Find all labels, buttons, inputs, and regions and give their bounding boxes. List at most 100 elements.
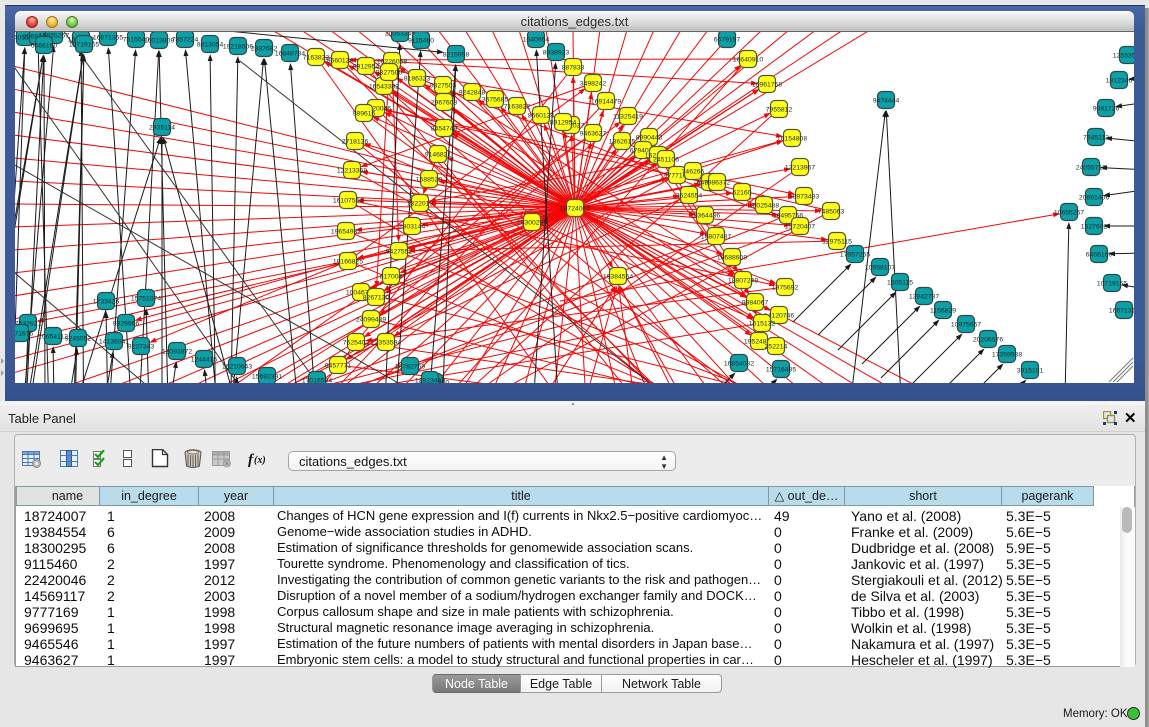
svg-text:8912954: 8912954 — [550, 119, 577, 126]
svg-text:8267130: 8267130 — [363, 294, 390, 301]
svg-text:18724007: 18724007 — [560, 205, 590, 212]
svg-text:12213967: 12213967 — [785, 164, 815, 171]
svg-text:12353594: 12353594 — [371, 339, 401, 346]
svg-text:16914479: 16914479 — [591, 98, 621, 105]
svg-text:8427552: 8427552 — [386, 248, 413, 255]
svg-text:1588520: 1588520 — [416, 176, 443, 183]
svg-text:6679197: 6679197 — [714, 36, 741, 43]
svg-text:12942737: 12942737 — [909, 293, 939, 300]
svg-text:18807249: 18807249 — [728, 277, 758, 284]
svg-text:10719155: 10719155 — [69, 41, 99, 48]
svg-text:16782759: 16782759 — [395, 363, 425, 370]
svg-text:10719155: 10719155 — [1097, 280, 1127, 287]
svg-text:2451106: 2451106 — [653, 156, 679, 163]
svg-text:14136041: 14136041 — [99, 338, 129, 345]
svg-text:887833: 887833 — [562, 64, 585, 71]
svg-text:10688609: 10688609 — [717, 254, 747, 261]
svg-text:7163822: 7163822 — [303, 54, 330, 61]
svg-text:8660124: 8660124 — [327, 57, 354, 64]
svg-text:7955812: 7955812 — [766, 106, 793, 113]
svg-text:7163822: 7163822 — [504, 103, 531, 110]
svg-text:7485063: 7485063 — [818, 208, 845, 215]
svg-text:17957255: 17957255 — [840, 251, 870, 258]
svg-text:(x): (x) — [254, 455, 266, 466]
svg-text:9329966: 9329966 — [113, 320, 140, 327]
svg-text:16671355: 16671355 — [93, 34, 123, 41]
svg-text:1505115: 1505115 — [887, 279, 913, 286]
svg-text:20206576: 20206576 — [973, 336, 1003, 343]
svg-text:7986372: 7986372 — [704, 179, 731, 186]
svg-text:10807487: 10807487 — [701, 233, 731, 240]
svg-text:24099489: 24099489 — [356, 316, 386, 323]
svg-text:7357224: 7357224 — [172, 36, 199, 43]
svg-text:3498242: 3498242 — [580, 80, 607, 87]
svg-text:16543382: 16543382 — [369, 83, 399, 90]
svg-text:9463627: 9463627 — [580, 130, 607, 137]
svg-text:16154808: 16154808 — [777, 135, 807, 142]
svg-text:6466160: 6466160 — [31, 42, 58, 49]
svg-text:10975667: 10975667 — [951, 321, 981, 328]
svg-text:1733426: 1733426 — [93, 298, 120, 305]
svg-text:2718126: 2718126 — [342, 138, 369, 145]
svg-text:12093872: 12093872 — [162, 348, 192, 355]
svg-text:12213369: 12213369 — [337, 167, 367, 174]
svg-text:20364436: 20364436 — [690, 212, 720, 219]
svg-text:8186323: 8186323 — [404, 75, 431, 82]
svg-text:12975115: 12975115 — [822, 238, 852, 245]
svg-text:2967608: 2967608 — [431, 99, 458, 106]
svg-text:1812346: 1812346 — [1106, 77, 1133, 84]
svg-text:9146821: 9146821 — [425, 151, 452, 158]
svg-text:8990443: 8990443 — [636, 134, 663, 141]
svg-text:8813054: 8813054 — [197, 41, 224, 48]
svg-text:24055712: 24055712 — [1076, 164, 1106, 171]
svg-text:16854082: 16854082 — [724, 360, 754, 367]
svg-text:10654112: 10654112 — [38, 333, 68, 340]
svg-text:8454749: 8454749 — [431, 125, 458, 132]
svg-text:8660124: 8660124 — [528, 112, 555, 119]
svg-text:1527602: 1527602 — [1081, 223, 1108, 230]
svg-text:2935114: 2935114 — [149, 124, 175, 131]
svg-text:8938923: 8938923 — [543, 49, 570, 56]
svg-text:252214: 252214 — [765, 343, 788, 350]
svg-text:10973493: 10973493 — [789, 193, 819, 200]
svg-text:7625402: 7625402 — [343, 339, 370, 346]
svg-text:3675685: 3675685 — [482, 96, 509, 103]
svg-text:15692391: 15692391 — [252, 373, 282, 380]
svg-text:12553594: 12553594 — [1113, 52, 1134, 59]
svg-text:15720407: 15720407 — [785, 223, 815, 230]
svg-text:20691406: 20691406 — [1079, 194, 1109, 201]
svg-text:16671355: 16671355 — [1109, 307, 1134, 314]
svg-text:9245052: 9245052 — [65, 335, 92, 342]
svg-text:10655267: 10655267 — [1054, 209, 1084, 216]
svg-text:17359938: 17359938 — [992, 351, 1022, 358]
svg-text:989616: 989616 — [353, 110, 376, 117]
svg-text:1975692: 1975692 — [772, 284, 799, 291]
svg-text:1615132: 1615132 — [749, 320, 776, 327]
svg-text:9457771: 9457771 — [325, 362, 352, 369]
svg-text:6466160: 6466160 — [1086, 251, 1113, 258]
svg-text:2387682: 2387682 — [251, 45, 278, 52]
svg-text:9884067: 9884067 — [742, 299, 769, 306]
svg-text:1322013: 1322013 — [407, 200, 434, 207]
svg-text:746266: 746266 — [682, 168, 705, 175]
svg-text:8471676: 8471676 — [15, 330, 33, 337]
svg-text:9081726: 9081726 — [1093, 105, 1120, 112]
svg-text:10958107: 10958107 — [865, 264, 895, 271]
svg-text:19384554: 19384554 — [603, 273, 633, 280]
svg-text:11325419: 11325419 — [613, 113, 643, 120]
svg-text:10025488: 10025488 — [749, 202, 779, 209]
svg-text:12923448: 12923448 — [415, 377, 445, 383]
svg-text:9115460: 9115460 — [408, 37, 434, 44]
svg-text:1362615: 1362615 — [609, 138, 636, 145]
svg-text:9474444: 9474444 — [873, 97, 900, 104]
svg-text:9242848: 9242848 — [459, 89, 486, 96]
svg-text:16961758: 16961758 — [752, 81, 782, 88]
svg-text:3915101: 3915101 — [1017, 367, 1044, 374]
svg-text:2803144: 2803144 — [399, 223, 426, 230]
svg-text:1156829: 1156829 — [930, 307, 956, 314]
svg-text:817004: 817004 — [380, 273, 403, 280]
svg-text:16210643: 16210643 — [222, 363, 252, 370]
svg-text:3624554: 3624554 — [676, 192, 703, 199]
svg-text:19654932: 19654932 — [331, 228, 361, 235]
svg-text:9327500: 9327500 — [376, 69, 403, 76]
